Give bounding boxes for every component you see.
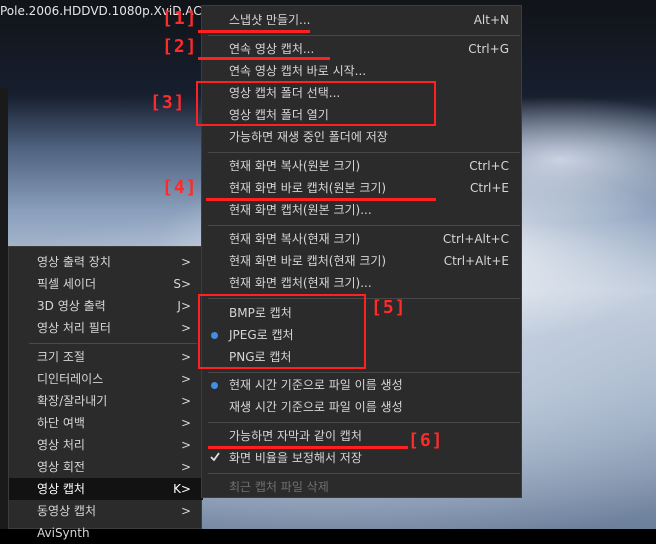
annotation-4: [4] (162, 177, 198, 198)
menu-item-shortcut: > (180, 350, 191, 364)
menu-item-shortcut: > (180, 460, 191, 474)
menu-item-label: 3D 영상 출력 (37, 299, 106, 313)
menu-item-label: 영상 회전 (37, 460, 85, 474)
menu-item-label: 재생 시간 기준으로 파일 이름 생성 (229, 400, 403, 414)
annotation-underline-1 (198, 30, 310, 33)
menu-item-avisynth[interactable]: AviSynth (9, 522, 203, 544)
menu-item-quick-capture-original-size[interactable]: 현재 화면 바로 캡처(원본 크기) Ctrl+E (202, 177, 521, 199)
menu-item-label: 현재 화면 복사(현재 크기) (229, 232, 361, 246)
checkmark-icon (210, 452, 220, 462)
menu-item-shortcut: > (180, 372, 191, 386)
menu-separator (208, 152, 520, 153)
menu-item-3d-output[interactable]: 3D 영상 출력 J> (9, 295, 203, 317)
menu-item-capture-original-size[interactable]: 현재 화면 캡처(원본 크기)... (202, 199, 521, 221)
menu-item-label: 최근 캡처 파일 삭제 (229, 480, 329, 494)
menu-item-copy-current-size[interactable]: 현재 화면 복사(현재 크기) Ctrl+Alt+C (202, 228, 521, 250)
menu-separator (208, 422, 520, 423)
menu-item-quick-capture-current-size[interactable]: 현재 화면 바로 캡처(현재 크기) Ctrl+Alt+E (202, 250, 521, 272)
menu-item-shortcut: Ctrl+G (468, 42, 509, 56)
menu-item-label: 현재 화면 바로 캡처(원본 크기) (229, 181, 387, 195)
menu-separator (29, 343, 197, 344)
menu-item-filename-playback-time[interactable]: 재생 시간 기준으로 파일 이름 생성 (202, 396, 521, 418)
menu-item-label: 현재 화면 캡처(원본 크기)... (229, 203, 372, 217)
annotation-6: [6] (408, 430, 444, 451)
menu-item-movie-capture[interactable]: 동영상 캡처 > (9, 500, 203, 522)
menu-item-shortcut: K> (173, 482, 191, 496)
menu-item-label: 확장/잘라내기 (37, 394, 108, 408)
menu-item-label: 연속 영상 캡처 바로 시작... (229, 64, 367, 78)
menu-item-correct-aspect-ratio[interactable]: 화면 비율을 보정해서 저장 (202, 447, 521, 469)
menu-item-label: 픽셀 세이더 (37, 277, 97, 291)
menu-item-label: 현재 화면 복사(원본 크기) (229, 159, 361, 173)
menu-item-shortcut: > (180, 394, 191, 408)
capture-submenu: 스냅샷 만들기... Alt+N 연속 영상 캡처... Ctrl+G 연속 영상 … (201, 5, 522, 498)
menu-item-shortcut: J> (177, 299, 191, 313)
menu-item-label: 현재 시간 기준으로 파일 이름 생성 (229, 378, 403, 392)
menu-item-label: 가능하면 자막과 같이 캡처 (229, 429, 362, 443)
menu-item-label: 현재 화면 캡처(현재 크기)... (229, 276, 372, 290)
menu-item-capture-with-subtitles[interactable]: 가능하면 자막과 같이 캡처 (202, 425, 521, 447)
menu-item-label: AviSynth (37, 526, 90, 540)
menu-item-video-processing[interactable]: 영상 처리 > (9, 434, 203, 456)
menu-item-label: 화면 비율을 보정해서 저장 (229, 451, 362, 465)
menu-item-label: 크기 조절 (37, 350, 85, 364)
annotation-underline-4 (206, 198, 436, 201)
menu-item-video-filter[interactable]: 영상 처리 필터 > (9, 317, 203, 339)
menu-item-shortcut: Ctrl+E (470, 181, 509, 195)
annotation-3: [3] (150, 92, 186, 113)
menu-item-save-in-playing-folder[interactable]: 가능하면 재생 중인 폴더에 저장 (202, 126, 521, 148)
menu-item-label: 영상 처리 (37, 438, 85, 452)
menu-item-video-output-device[interactable]: 영상 출력 장치 > (9, 251, 203, 273)
menu-item-deinterlace[interactable]: 디인터레이스 > (9, 368, 203, 390)
menu-item-shortcut: > (180, 438, 191, 452)
menu-item-label: 가능하면 재생 중인 폴더에 저장 (229, 130, 388, 144)
menu-item-copy-original-size[interactable]: 현재 화면 복사(원본 크기) Ctrl+C (202, 155, 521, 177)
menu-item-continuous-capture-start[interactable]: 연속 영상 캡처 바로 시작... (202, 60, 521, 82)
menu-item-label: 현재 화면 바로 캡처(현재 크기) (229, 254, 387, 268)
menu-item-resize[interactable]: 크기 조절 > (9, 346, 203, 368)
menu-item-shortcut: > (180, 321, 191, 335)
menu-item-bottom-margin[interactable]: 하단 여백 > (9, 412, 203, 434)
menu-item-label: 동영상 캡처 (37, 504, 97, 518)
menu-item-expand-crop[interactable]: 확장/잘라내기 > (9, 390, 203, 412)
menu-item-label: 하단 여백 (37, 416, 85, 430)
menu-item-shortcut: > (180, 255, 191, 269)
annotation-box-3 (196, 81, 436, 126)
window-edge (0, 88, 8, 529)
annotation-underline-2 (198, 57, 330, 60)
context-menu: 영상 출력 장치 > 픽셀 세이더 S> 3D 영상 출력 J> 영상 처리 필터 > … (8, 246, 203, 540)
annotation-box-5 (198, 294, 366, 369)
menu-separator (208, 225, 520, 226)
menu-separator (208, 473, 520, 474)
menu-item-pixel-shader[interactable]: 픽셀 세이더 S> (9, 273, 203, 295)
menu-item-label: 연속 영상 캡처... (229, 42, 315, 56)
menu-item-capture-current-size[interactable]: 현재 화면 캡처(현재 크기)... (202, 272, 521, 294)
menu-item-shortcut: > (180, 416, 191, 430)
annotation-2: [2] (162, 36, 198, 57)
menu-item-shortcut: S> (173, 277, 191, 291)
menu-item-shortcut: Ctrl+C (469, 159, 509, 173)
menu-item-video-rotate[interactable]: 영상 회전 > (9, 456, 203, 478)
menu-item-snapshot[interactable]: 스냅샷 만들기... Alt+N (202, 9, 521, 31)
menu-item-shortcut: > (180, 504, 191, 518)
menu-item-label: 영상 출력 장치 (37, 255, 111, 269)
menu-item-label: 영상 처리 필터 (37, 321, 111, 335)
menu-item-shortcut: Ctrl+Alt+E (443, 254, 509, 268)
menu-item-video-capture[interactable]: 영상 캡처 K> (9, 478, 203, 500)
menu-item-shortcut: Ctrl+Alt+C (442, 232, 509, 246)
menu-item-label: 디인터레이스 (37, 372, 104, 386)
annotation-1: [1] (162, 8, 198, 29)
menu-item-label: 영상 캡처 (37, 482, 85, 496)
menu-separator (208, 35, 520, 36)
menu-separator (208, 372, 520, 373)
radio-selected-icon (211, 382, 218, 389)
annotation-underline-6 (208, 446, 408, 449)
annotation-5: [5] (371, 297, 407, 318)
menu-item-shortcut: Alt+N (473, 13, 509, 27)
menu-item-label: 스냅샷 만들기... (229, 13, 311, 27)
menu-item-delete-recent-capture: 최근 캡처 파일 삭제 (202, 476, 521, 498)
menu-item-filename-current-time[interactable]: 현재 시간 기준으로 파일 이름 생성 (202, 374, 521, 396)
